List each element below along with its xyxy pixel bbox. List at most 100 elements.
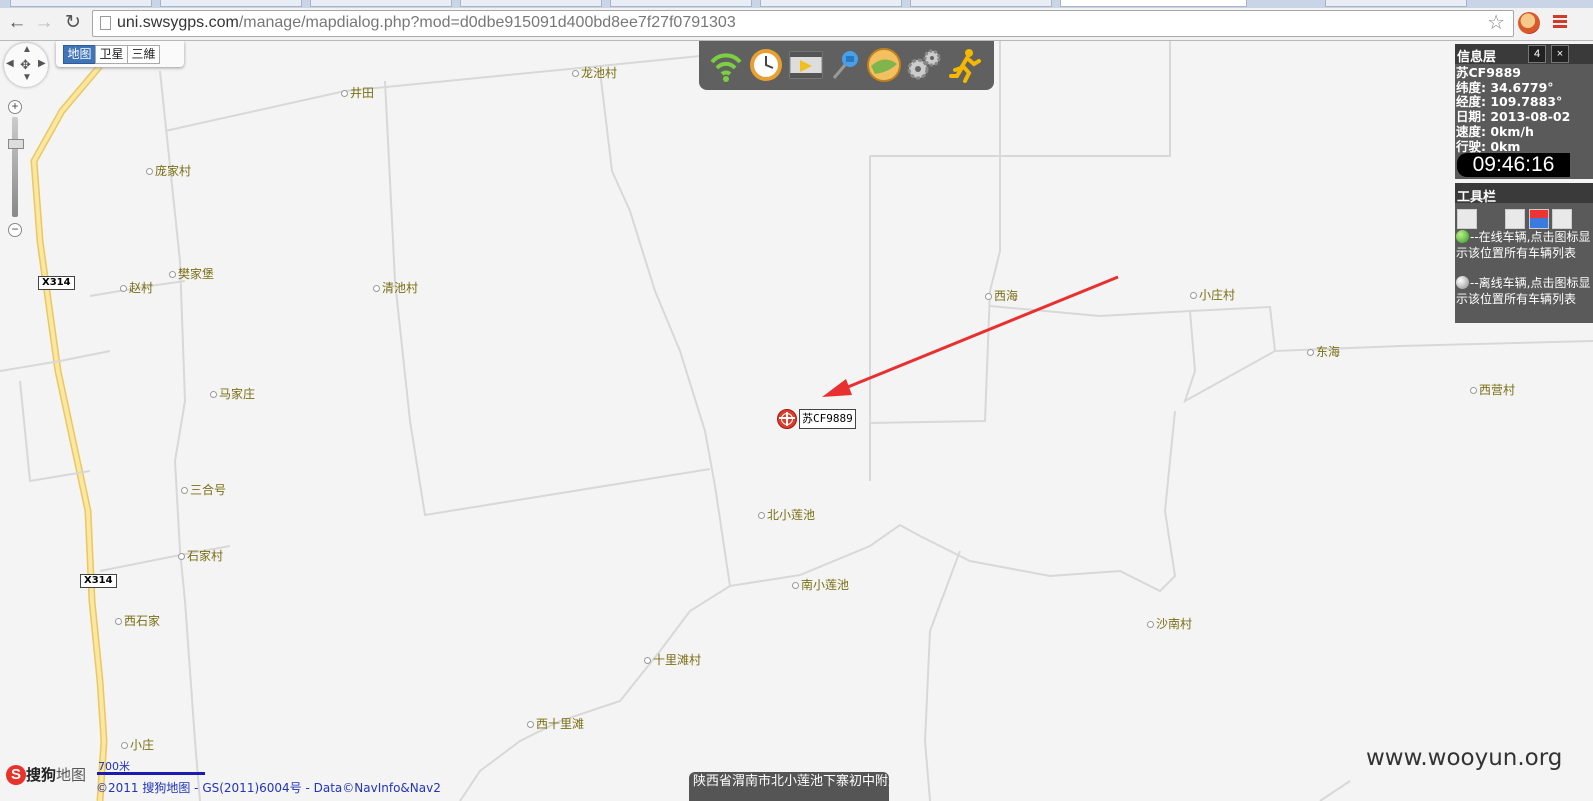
vehicle-marker-icon[interactable] bbox=[777, 409, 797, 429]
road bbox=[1319, 780, 1351, 801]
pin-icon[interactable] bbox=[827, 46, 865, 84]
time-display: 09:46:16 bbox=[1457, 153, 1570, 177]
map-type-3d[interactable]: 三維 bbox=[127, 45, 160, 64]
browser-tab[interactable] bbox=[910, 0, 1052, 7]
map-tool-strip bbox=[699, 41, 994, 90]
place-label: 南小莲池 bbox=[792, 576, 849, 593]
close-icon[interactable]: × bbox=[1551, 45, 1569, 63]
photo-icon[interactable] bbox=[1505, 209, 1525, 229]
place-label: 三合号 bbox=[181, 481, 226, 498]
road bbox=[1183, 310, 1276, 404]
layer-icon[interactable] bbox=[1529, 209, 1549, 229]
browser-tab-strip bbox=[0, 0, 1593, 8]
road bbox=[459, 585, 731, 801]
place-label: 龙池村 bbox=[572, 64, 617, 81]
signal-icon[interactable] bbox=[707, 46, 745, 84]
extension-icon[interactable] bbox=[1518, 12, 1540, 34]
road bbox=[869, 156, 1001, 424]
vehicle-plate-label[interactable]: 苏CF9889 bbox=[799, 409, 856, 429]
zoom-slider-track[interactable] bbox=[12, 117, 18, 217]
address-bar[interactable]: uni.swsygps.com/manage/mapdialog.php?mod… bbox=[92, 10, 1514, 37]
offline-legend: --离线车辆,点击图标显示该位置所有车辆列表 bbox=[1456, 276, 1591, 306]
browser-tab[interactable] bbox=[310, 0, 452, 7]
video-playback-icon[interactable] bbox=[787, 46, 825, 84]
copyright-text[interactable]: ©2011 搜狗地图 - GS(2011)6004号 - Data©NavInf… bbox=[96, 779, 441, 796]
browser-tab[interactable] bbox=[760, 0, 902, 7]
info-panel-page-badge[interactable]: 4 bbox=[1528, 45, 1546, 63]
vehicle-info: 苏CF9889 纬度: 34.6779° 经度: 109.7883° 日期: 2… bbox=[1456, 65, 1570, 154]
road bbox=[384, 80, 711, 517]
place-label: 小庄 bbox=[121, 736, 154, 753]
map-view-icon[interactable] bbox=[1457, 209, 1477, 229]
info-distance: 行驶: 0km bbox=[1456, 138, 1521, 154]
place-label: 石家村 bbox=[178, 547, 223, 564]
sogou-map-logo[interactable]: S 搜狗地图 bbox=[6, 764, 86, 788]
edit-icon[interactable] bbox=[1552, 209, 1572, 229]
zoom-in-button[interactable]: + bbox=[8, 100, 22, 114]
pan-control[interactable]: ▲ ◀ ▶ ▼ ✥ bbox=[4, 43, 48, 87]
place-label: 马家庄 bbox=[210, 385, 255, 402]
history-clock-icon[interactable] bbox=[747, 46, 785, 84]
pan-up-icon[interactable]: ▲ bbox=[22, 44, 32, 55]
online-vehicle-icon[interactable] bbox=[1456, 230, 1469, 243]
map-canvas[interactable]: 龙池村 井田 庞家村 樊家堡 赵村 清池村 马家庄 三合号 石家村 西石家 小庄… bbox=[0, 41, 1593, 801]
browser-tab-active[interactable] bbox=[1060, 0, 1247, 7]
menu-icon[interactable] bbox=[1553, 15, 1567, 30]
map-type-switcher: 地图 卫星 三維 bbox=[56, 41, 184, 67]
place-label: 北小莲池 bbox=[758, 506, 815, 523]
road-shield: X314 bbox=[80, 574, 117, 588]
browser-tab[interactable] bbox=[610, 0, 752, 7]
place-label: 庞家村 bbox=[146, 162, 191, 179]
reload-icon[interactable]: ↻ bbox=[62, 11, 84, 35]
place-label: 西十里滩 bbox=[527, 715, 584, 732]
page-icon bbox=[100, 16, 111, 30]
browser-tab[interactable] bbox=[460, 0, 602, 7]
place-label: 井田 bbox=[341, 84, 374, 101]
place-label: 西海 bbox=[985, 287, 1018, 304]
browser-tab[interactable] bbox=[1325, 0, 1467, 7]
pan-center-icon[interactable]: ✥ bbox=[20, 57, 31, 73]
offline-vehicle-icon[interactable] bbox=[1456, 276, 1469, 289]
url-text[interactable]: uni.swsygps.com/manage/mapdialog.php?mod… bbox=[117, 14, 736, 32]
marker-crosshair bbox=[779, 417, 795, 419]
bookmark-star-icon[interactable]: ☆ bbox=[1487, 11, 1505, 35]
running-man-icon[interactable] bbox=[947, 46, 985, 84]
scale-bar bbox=[97, 772, 205, 775]
highway-x314 bbox=[30, 63, 108, 801]
browser-tab[interactable] bbox=[10, 0, 152, 7]
tool-panel-header: 工具栏 bbox=[1455, 183, 1593, 204]
road bbox=[923, 550, 961, 801]
online-legend: --在线车辆,点击图标显示该位置所有车辆列表 bbox=[1456, 230, 1591, 260]
zoom-slider-thumb[interactable] bbox=[8, 139, 24, 149]
back-arrow-icon[interactable]: ← bbox=[6, 11, 28, 35]
pan-left-icon[interactable]: ◀ bbox=[6, 58, 14, 69]
watermark: www.wooyun.org bbox=[1366, 745, 1563, 771]
zoom-out-button[interactable]: − bbox=[8, 223, 22, 237]
sogou-logo-icon: S bbox=[6, 764, 26, 785]
place-label: 樊家堡 bbox=[169, 265, 214, 282]
place-label: 小庄村 bbox=[1190, 286, 1235, 303]
browser-tab[interactable] bbox=[160, 0, 302, 7]
info-panel-title: 信息层 bbox=[1457, 49, 1497, 64]
tool-panel: 工具栏 --在线车辆,点击图标显示该位置所有车辆列表 --离线车辆,点击图标显示… bbox=[1455, 183, 1593, 323]
info-panel-header: 信息层 4 × bbox=[1455, 44, 1593, 64]
road bbox=[164, 55, 701, 132]
road-shield: X314 bbox=[38, 276, 75, 290]
forward-arrow-icon[interactable]: → bbox=[33, 11, 55, 35]
place-label: 沙南村 bbox=[1147, 615, 1192, 632]
browser-toolbar: ← → ↻ uni.swsygps.com/manage/mapdialog.p… bbox=[0, 8, 1593, 41]
pan-down-icon[interactable]: ▼ bbox=[22, 72, 32, 83]
place-label: 东海 bbox=[1307, 343, 1340, 360]
place-label: 十里滩村 bbox=[644, 651, 701, 668]
annotation-arrowhead bbox=[822, 379, 852, 397]
info-plate: 苏CF9889 bbox=[1456, 65, 1522, 80]
place-label: 西营村 bbox=[1470, 381, 1515, 398]
settings-gear-icon[interactable] bbox=[905, 46, 943, 84]
map-type-satellite[interactable]: 卫星 bbox=[95, 45, 128, 64]
place-label: 清池村 bbox=[373, 279, 418, 296]
globe-map-icon[interactable] bbox=[865, 46, 903, 84]
map-type-map[interactable]: 地图 bbox=[63, 45, 96, 64]
map-nav-control: ▲ ◀ ▶ ▼ ✥ + − bbox=[0, 41, 48, 241]
place-label: 西石家 bbox=[115, 612, 160, 629]
pan-right-icon[interactable]: ▶ bbox=[38, 58, 46, 69]
